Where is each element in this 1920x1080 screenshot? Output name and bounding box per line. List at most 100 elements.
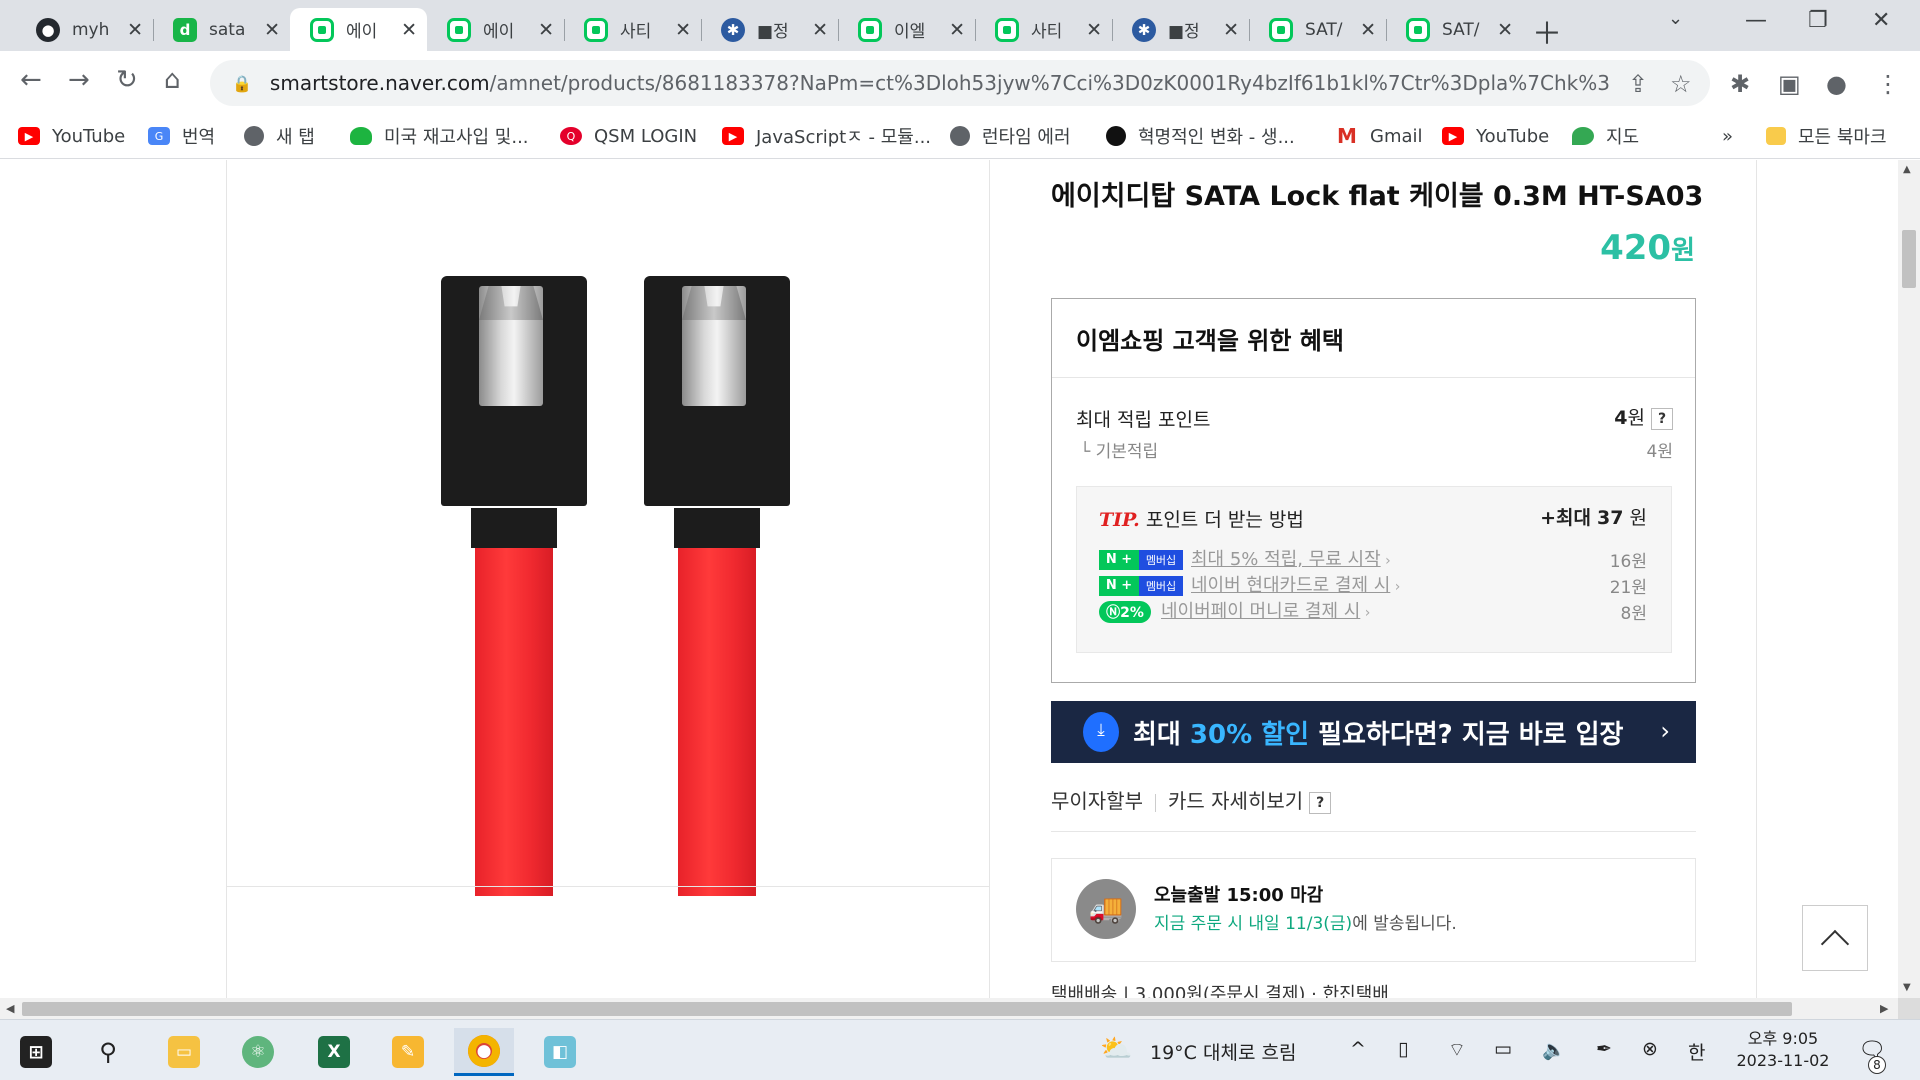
bookmark-item[interactable]: 미국 재고사입 및... bbox=[350, 121, 529, 151]
new-tab-button[interactable]: ＋ bbox=[1532, 9, 1562, 53]
search-icon[interactable]: ⚲ bbox=[78, 1028, 138, 1076]
bookmark-item[interactable]: Q QSM LOGIN bbox=[560, 121, 697, 151]
chevron-right-icon: › bbox=[1390, 579, 1401, 595]
close-icon[interactable]: ✕ bbox=[675, 19, 691, 41]
tab-search-icon[interactable]: ⌄ bbox=[1668, 8, 1683, 29]
back-icon[interactable]: ← bbox=[20, 65, 42, 95]
product-image[interactable] bbox=[227, 170, 989, 896]
points-help-button[interactable]: ? bbox=[1651, 407, 1673, 430]
membership-promo-banner[interactable]: ⤓ 최대 30% 할인 필요하다면? 지금 바로 입장 › bbox=[1051, 701, 1696, 763]
excel-icon[interactable]: X bbox=[304, 1028, 364, 1076]
browser-tab[interactable]: d sata ✕ bbox=[153, 8, 290, 51]
tip-row[interactable]: N + 멤버십 최대 5% 적립, 무료 시작 › bbox=[1099, 545, 1391, 571]
notes-app-icon[interactable]: ✎ bbox=[378, 1028, 438, 1076]
side-panel-icon[interactable]: ▣ bbox=[1778, 70, 1801, 98]
browser-tab[interactable]: 이엘 ✕ bbox=[838, 8, 975, 51]
url-text[interactable]: smartstore.naver.com/amnet/products/8681… bbox=[270, 71, 1610, 95]
file-explorer-icon[interactable]: ▭ bbox=[154, 1028, 214, 1076]
installment-link[interactable]: 무이자할부 bbox=[1051, 789, 1143, 813]
chrome-icon[interactable]: ● bbox=[454, 1028, 514, 1076]
atom-app-icon[interactable]: ⚛ bbox=[228, 1028, 288, 1076]
browser-tab[interactable]: 사티 ✕ bbox=[564, 8, 701, 51]
windows-start-icon[interactable]: ⊞ bbox=[6, 1028, 66, 1076]
scroll-left-arrow[interactable]: ◀ bbox=[6, 1002, 14, 1015]
clock[interactable]: 오후 9:05 2023-11-02 bbox=[1728, 1028, 1838, 1072]
address-bar[interactable]: 🔒 smartstore.naver.com/amnet/products/86… bbox=[210, 60, 1710, 106]
tip-row[interactable]: Ⓝ2% 네이버페이 머니로 결제 시 › bbox=[1099, 597, 1370, 623]
close-icon[interactable]: ✕ bbox=[1086, 19, 1102, 41]
menu-kebab-icon[interactable]: ⋮ bbox=[1876, 70, 1900, 98]
scrollbar-thumb[interactable] bbox=[1902, 230, 1916, 288]
browser-tab[interactable]: ✱ ■정 ✕ bbox=[701, 8, 838, 51]
card-detail-link[interactable]: 카드 자세히보기 bbox=[1168, 789, 1303, 813]
pen-icon[interactable]: ✒ bbox=[1596, 1038, 1612, 1060]
browser-tab[interactable]: ✱ ■정 ✕ bbox=[1112, 8, 1249, 51]
browser-tab[interactable]: 에이 ✕ bbox=[427, 8, 564, 51]
ime-indicator[interactable]: 한 bbox=[1688, 1038, 1705, 1065]
bookmark-star-icon[interactable]: ☆ bbox=[1670, 70, 1692, 98]
close-icon[interactable]: ✕ bbox=[1223, 19, 1239, 41]
scroll-to-top-button[interactable] bbox=[1802, 905, 1868, 971]
app-icon[interactable]: ◧ bbox=[530, 1028, 590, 1076]
bookmark-item[interactable]: ▶ JavaScriptㅈ - 모듈... bbox=[722, 121, 931, 151]
close-icon[interactable]: ✕ bbox=[401, 19, 417, 41]
bookmark-item[interactable]: G 번역 bbox=[148, 121, 215, 151]
close-icon[interactable]: ✕ bbox=[1497, 19, 1513, 41]
close-window-button[interactable]: ✕ bbox=[1872, 8, 1890, 33]
all-bookmarks-button[interactable]: 모든 북마크 bbox=[1766, 121, 1887, 151]
tip-link[interactable]: 네이버 현대카드로 결제 시 bbox=[1191, 575, 1390, 596]
scroll-right-arrow[interactable]: ▶ bbox=[1880, 1002, 1888, 1015]
volume-icon[interactable]: 🔈 bbox=[1542, 1038, 1566, 1061]
bookmark-item[interactable]: ▶ YouTube bbox=[1442, 121, 1549, 151]
reload-icon[interactable]: ↻ bbox=[116, 65, 138, 95]
browser-tab[interactable]: 에이 ✕ bbox=[290, 8, 427, 51]
tray-app-icon[interactable]: ▯ bbox=[1398, 1038, 1408, 1060]
naver-store-icon bbox=[1406, 17, 1430, 42]
bookmark-label: 새 탭 bbox=[276, 127, 315, 148]
wifi-icon[interactable]: ⌔ bbox=[1448, 1038, 1466, 1062]
bookmark-item[interactable]: 지도 bbox=[1572, 121, 1639, 151]
browser-tab[interactable]: 사티 ✕ bbox=[975, 8, 1112, 51]
forward-icon[interactable]: → bbox=[68, 65, 90, 95]
scrollbar-thumb[interactable] bbox=[22, 1002, 1792, 1016]
close-icon[interactable]: ✕ bbox=[812, 19, 828, 41]
extensions-icon[interactable]: ✱ bbox=[1730, 70, 1750, 98]
bookmark-item[interactable]: 런타임 에러 bbox=[950, 121, 1071, 151]
vertical-scrollbar[interactable]: ▲ ▼ bbox=[1898, 160, 1920, 998]
bookmark-item[interactable]: 새 탭 bbox=[244, 121, 315, 151]
weather-icon[interactable]: ⛅ bbox=[1100, 1034, 1132, 1064]
scroll-up-arrow[interactable]: ▲ bbox=[1903, 164, 1911, 175]
close-icon[interactable]: ✕ bbox=[264, 19, 280, 41]
benefit-box: 이엠쇼핑 고객을 위한 혜택 최대 적립 포인트 4원? └ 기본적립 4원 T… bbox=[1051, 298, 1696, 683]
minimize-button[interactable]: — bbox=[1745, 8, 1767, 33]
horizontal-scrollbar[interactable]: ◀ ▶ bbox=[0, 998, 1898, 1019]
close-icon[interactable]: ✕ bbox=[127, 19, 143, 41]
bookmark-item[interactable]: ▶ YouTube bbox=[18, 121, 125, 151]
card-help-button[interactable]: ? bbox=[1309, 791, 1332, 814]
close-icon[interactable]: ✕ bbox=[538, 19, 554, 41]
bookmark-item[interactable]: 혁명적인 변화 - 생... bbox=[1106, 121, 1295, 151]
weather-text[interactable]: 19°C 대체로 흐림 bbox=[1150, 1038, 1296, 1065]
bookmark-item[interactable]: M Gmail bbox=[1336, 121, 1423, 151]
chevron-right-icon: › bbox=[1660, 717, 1670, 745]
bookmarks-overflow-button[interactable]: » bbox=[1722, 121, 1733, 151]
home-icon[interactable]: ⌂ bbox=[164, 65, 181, 95]
scroll-down-arrow[interactable]: ▼ bbox=[1903, 982, 1911, 993]
naver-store-icon bbox=[995, 17, 1019, 42]
profile-avatar-icon[interactable]: ● bbox=[1826, 70, 1847, 98]
tip-link[interactable]: 네이버페이 머니로 결제 시 bbox=[1161, 601, 1360, 622]
close-icon[interactable]: ✕ bbox=[949, 19, 965, 41]
tip-link[interactable]: 최대 5% 적립, 무료 시작 bbox=[1191, 549, 1381, 570]
blocked-icon[interactable]: ⊗ bbox=[1642, 1038, 1658, 1060]
close-icon[interactable]: ✕ bbox=[1360, 19, 1376, 41]
share-icon[interactable]: ⇪ bbox=[1628, 70, 1648, 98]
browser-tab[interactable]: SAT/ ✕ bbox=[1249, 8, 1386, 51]
battery-icon[interactable]: ▭ bbox=[1494, 1038, 1512, 1060]
restore-button[interactable]: ❐ bbox=[1808, 8, 1828, 33]
browser-tab[interactable]: ● myh ✕ bbox=[16, 8, 153, 51]
youtube-icon: ▶ bbox=[1442, 127, 1464, 145]
tray-expand-icon[interactable]: ^ bbox=[1350, 1038, 1366, 1060]
tip-row[interactable]: N + 멤버십 네이버 현대카드로 결제 시 › bbox=[1099, 571, 1400, 597]
browser-tab[interactable]: SAT/ ✕ bbox=[1386, 8, 1523, 51]
lock-icon[interactable]: 🔒 bbox=[232, 74, 252, 93]
